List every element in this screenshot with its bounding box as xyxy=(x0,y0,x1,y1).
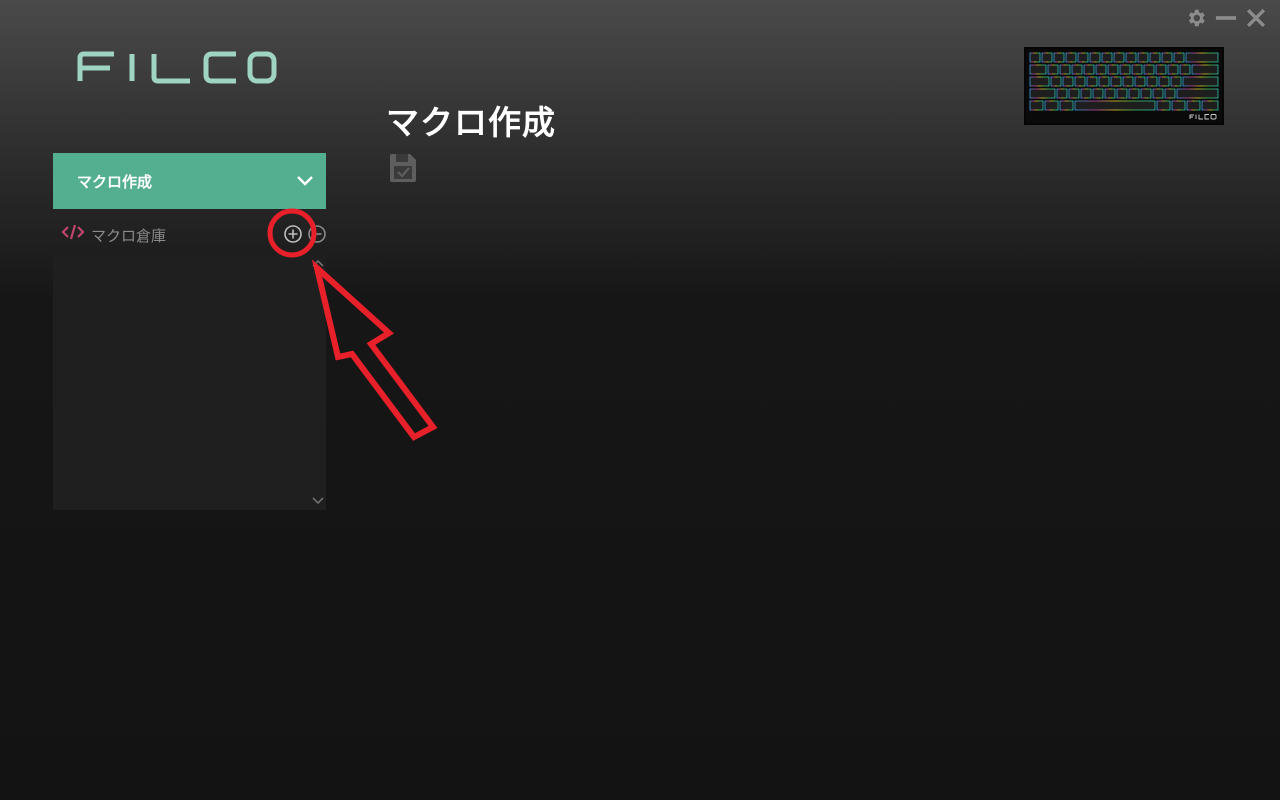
gear-icon xyxy=(1188,9,1205,27)
remove-macro-button[interactable] xyxy=(307,224,327,244)
close-icon xyxy=(1246,8,1266,28)
code-icon xyxy=(61,224,85,240)
minimize-button[interactable] xyxy=(1214,6,1238,30)
chevron-down-icon xyxy=(297,176,313,186)
scroll-down-icon[interactable] xyxy=(312,496,324,506)
keyboard-preview-graphic xyxy=(1026,49,1222,123)
minus-circle-icon xyxy=(308,225,326,243)
close-button[interactable] xyxy=(1244,6,1268,30)
scroll-up-icon[interactable] xyxy=(312,258,324,268)
sidebar-header-label: マクロ作成 xyxy=(77,172,153,191)
filco-logo xyxy=(76,50,278,84)
sidebar-item-macro-create[interactable]: マクロ作成 xyxy=(53,153,326,209)
macro-storage-label: マクロ倉庫 xyxy=(91,227,167,245)
save-button[interactable] xyxy=(388,152,418,184)
add-macro-button[interactable] xyxy=(283,224,303,244)
page-title: マクロ作成 xyxy=(386,103,556,142)
pointer-arrow xyxy=(311,259,438,441)
minimize-icon xyxy=(1215,16,1237,20)
macro-list[interactable] xyxy=(53,254,326,510)
filco-logo-graphic xyxy=(77,51,277,84)
plus-circle-icon xyxy=(284,225,302,243)
keyboard-preview-image xyxy=(1024,47,1224,125)
macro-storage-row: マクロ倉庫 xyxy=(53,212,326,254)
window-controls xyxy=(1184,6,1268,30)
save-icon xyxy=(390,154,416,182)
settings-button[interactable] xyxy=(1184,6,1208,30)
